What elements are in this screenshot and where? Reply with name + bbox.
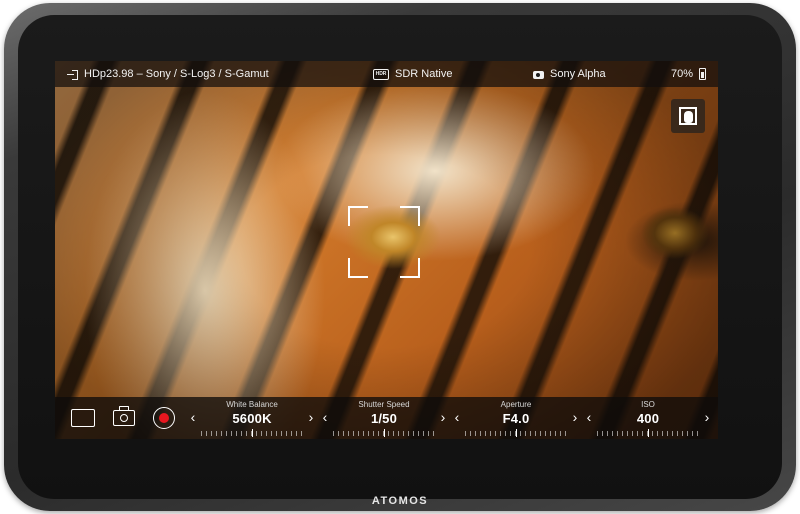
aperture-increase-icon[interactable]: › bbox=[569, 409, 581, 425]
camera-control[interactable]: Sony Alpha bbox=[533, 61, 606, 87]
status-bar: HDp23.98 – Sony / S-Log3 / S-Gamut HDR S… bbox=[55, 61, 718, 87]
white-balance-label: White Balance bbox=[226, 400, 278, 409]
input-icon bbox=[67, 69, 78, 80]
battery-status: 70% bbox=[671, 61, 706, 87]
white-balance-control: ‹ White Balance 5600K › bbox=[187, 397, 317, 439]
input-source-label: HDp23.98 – Sony / S-Log3 / S-Gamut bbox=[84, 68, 269, 80]
iso-value[interactable]: 400 bbox=[583, 411, 713, 426]
aperture-label: Aperture bbox=[500, 400, 532, 409]
hdr-icon: HDR bbox=[373, 68, 389, 80]
display-mode-label: SDR Native bbox=[395, 68, 453, 80]
touch-hand-icon bbox=[684, 111, 693, 123]
white-balance-scale[interactable] bbox=[201, 429, 303, 437]
aperture-scale[interactable] bbox=[465, 429, 567, 437]
live-view-screen[interactable]: HDp23.98 – Sony / S-Log3 / S-Gamut HDR S… bbox=[55, 61, 718, 439]
fullscreen-button[interactable] bbox=[671, 99, 705, 133]
battery-label: 70% bbox=[670, 68, 693, 80]
white-balance-increase-icon[interactable]: › bbox=[305, 409, 317, 425]
iso-label: ISO bbox=[641, 400, 655, 409]
battery-icon bbox=[699, 68, 706, 80]
camera-label: Sony Alpha bbox=[550, 68, 606, 80]
camera-icon bbox=[533, 70, 544, 79]
white-balance-value[interactable]: 5600K bbox=[187, 411, 317, 426]
monitor-device: HDp23.98 – Sony / S-Log3 / S-Gamut HDR S… bbox=[4, 3, 796, 511]
aperture-control: ‹ Aperture F4.0 › bbox=[451, 397, 581, 439]
snapshot-camera-icon bbox=[113, 406, 135, 426]
shutter-speed-control: ‹ Shutter Speed 1/50 › bbox=[319, 397, 449, 439]
record-icon bbox=[153, 407, 175, 429]
shutter-speed-increase-icon[interactable]: › bbox=[437, 409, 449, 425]
camera-control-bar: ‹ White Balance 5600K › ‹ Shutter Speed … bbox=[55, 397, 718, 439]
input-source[interactable]: HDp23.98 – Sony / S-Log3 / S-Gamut bbox=[67, 61, 269, 87]
brand-logo: ATOMOS bbox=[371, 495, 429, 507]
iso-scale[interactable] bbox=[597, 429, 699, 437]
focus-frame[interactable] bbox=[348, 206, 420, 278]
iso-increase-icon[interactable]: › bbox=[701, 409, 713, 425]
monitor-mode-icon bbox=[71, 409, 95, 427]
shutter-speed-value[interactable]: 1/50 bbox=[319, 411, 449, 426]
shutter-speed-scale[interactable] bbox=[333, 429, 435, 437]
display-mode[interactable]: HDR SDR Native bbox=[373, 61, 452, 87]
shutter-speed-label: Shutter Speed bbox=[358, 400, 410, 409]
aperture-value[interactable]: F4.0 bbox=[451, 411, 581, 426]
iso-control: ‹ ISO 400 › bbox=[583, 397, 713, 439]
